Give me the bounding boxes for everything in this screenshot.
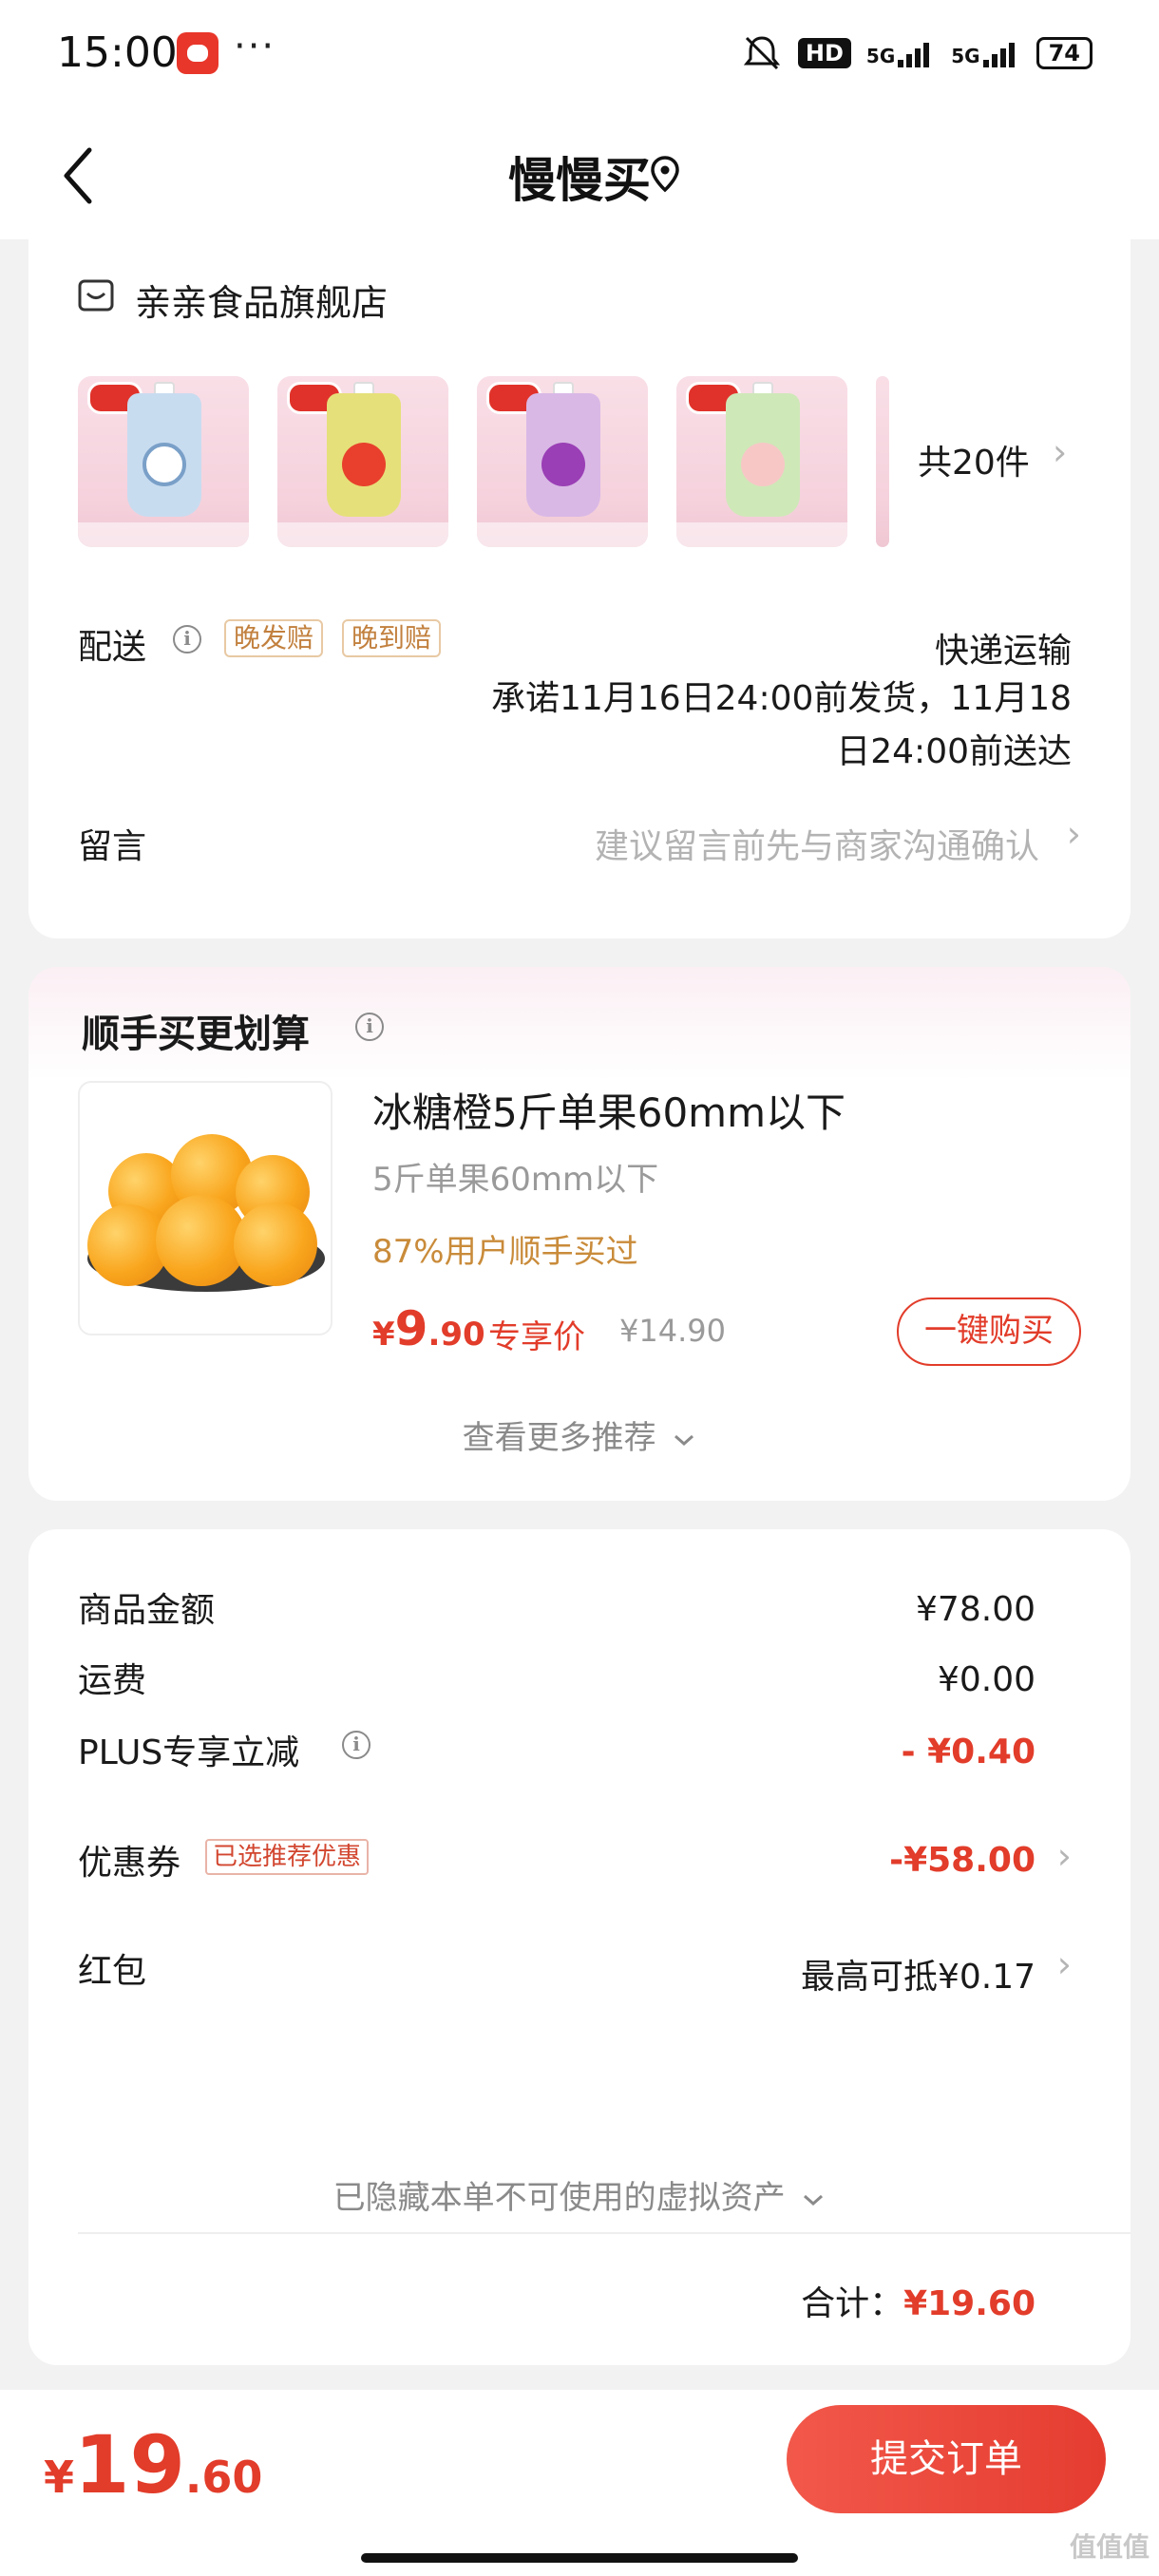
divider xyxy=(78,2232,1130,2234)
chevron-right-icon[interactable]: › xyxy=(1057,1835,1072,1877)
signal-5g-2: 5G xyxy=(951,39,1020,67)
recommended-price: ¥9.90 xyxy=(372,1301,485,1356)
recommended-product-name[interactable]: 冰糖橙5斤单果60mm以下 xyxy=(372,1081,846,1139)
product-thumbnail[interactable] xyxy=(78,376,249,547)
red-packet-value[interactable]: 最高可抵¥0.17 xyxy=(801,1949,1036,1998)
watermark: 值值值 xyxy=(1069,2531,1150,2563)
coupon-value[interactable]: -¥58.00 xyxy=(889,1841,1036,1880)
note-label: 留言 xyxy=(78,827,147,866)
recommended-product-spec: 5斤单果60mm以下 xyxy=(372,1161,659,1199)
battery-icon: 74 xyxy=(1036,37,1092,69)
store-order-card: 亲亲食品旗舰店 共20件 › 配送 i 晚发赔 晚到赔 快递运输 承诺11月16… xyxy=(28,220,1130,938)
late-arrival-compensation-tag: 晚到赔 xyxy=(342,619,442,657)
status-time: 15:00 xyxy=(57,28,178,77)
orange-product-image[interactable] xyxy=(78,1081,332,1335)
recommendation-card: 顺手买更划算 i 冰糖橙5斤单果60mm以下 5斤单果60mm以下 87%用户顺… xyxy=(28,967,1130,1501)
hd-badge: HD xyxy=(797,38,851,68)
red-packet-label: 红包 xyxy=(78,1952,147,1991)
product-thumbnail-partial xyxy=(876,376,889,547)
goods-amount-value: ¥78.00 xyxy=(916,1590,1036,1629)
app-notification-icon xyxy=(177,32,218,74)
late-ship-compensation-tag: 晚发赔 xyxy=(224,619,324,657)
chevron-right-icon[interactable]: › xyxy=(1057,1943,1072,1985)
note-input[interactable]: 建议留言前先与商家沟通确认 xyxy=(595,819,1039,868)
bottom-action-bar: ¥19.60 提交订单 值值值 xyxy=(0,2390,1159,2576)
order-total: 合计：¥19.60 xyxy=(801,2284,1036,2323)
social-proof: 87%用户顺手买过 xyxy=(372,1233,638,1271)
mute-icon xyxy=(743,36,781,70)
shipping-fee-value: ¥0.00 xyxy=(937,1660,1036,1699)
product-thumbnail[interactable] xyxy=(477,376,648,547)
home-indicator[interactable] xyxy=(361,2553,798,2563)
payable-amount: ¥19.60 xyxy=(44,2418,263,2511)
recommended-coupon-tag: 已选推荐优惠 xyxy=(205,1839,370,1875)
price-summary-card: 商品金额 ¥78.00 运费 ¥0.00 PLUS专享立减 i - ¥0.40 … xyxy=(28,1529,1130,2365)
recommendation-title: 顺手买更划算 xyxy=(82,1013,310,1056)
shipping-method: 快递运输 xyxy=(934,632,1072,671)
original-price: ¥14.90 xyxy=(619,1313,726,1349)
location-pin-icon[interactable] xyxy=(646,152,684,199)
chevron-right-icon[interactable]: › xyxy=(1053,431,1067,473)
item-count[interactable]: 共20件 xyxy=(918,435,1030,484)
signal-bars-icon xyxy=(898,43,930,67)
plus-discount-value: - ¥0.40 xyxy=(901,1733,1036,1771)
info-icon[interactable]: i xyxy=(173,625,201,653)
info-icon[interactable]: i xyxy=(355,1013,384,1041)
one-click-buy-button[interactable]: 一键购买 xyxy=(897,1297,1081,1366)
chevron-down-icon xyxy=(674,1434,694,1446)
info-icon[interactable]: i xyxy=(342,1731,370,1759)
submit-order-button[interactable]: 提交订单 xyxy=(787,2405,1106,2513)
shipping-promise: 承诺11月16日24:00前发货，11月18 日24:00前送达 xyxy=(491,679,1072,771)
store-icon xyxy=(78,279,114,312)
more-notifications-icon: ··· xyxy=(234,25,276,68)
shipping-fee-label: 运费 xyxy=(78,1661,147,1700)
chevron-down-icon xyxy=(804,2194,824,2206)
status-bar: 15:00 ··· HD 5G 5G 74 xyxy=(0,0,1159,114)
signal-bars-icon xyxy=(982,43,1015,67)
hidden-assets-toggle[interactable]: 已隐藏本单不可使用的虚拟资产 xyxy=(28,2171,1130,2218)
chevron-right-icon[interactable]: › xyxy=(1067,813,1081,855)
delivery-label: 配送 xyxy=(78,628,147,667)
status-indicators: HD 5G 5G 74 xyxy=(741,34,1092,72)
goods-amount-label: 商品金额 xyxy=(78,1591,216,1630)
exclusive-price-label: 专享价 xyxy=(488,1318,585,1356)
product-thumbnail[interactable] xyxy=(277,376,448,547)
coupon-label: 优惠券 xyxy=(78,1844,181,1883)
product-thumbnail[interactable] xyxy=(676,376,847,547)
more-recommendations-link[interactable]: 查看更多推荐 xyxy=(28,1411,1130,1458)
signal-5g-1: 5G xyxy=(866,39,936,67)
page-title: 慢慢买 xyxy=(508,153,651,208)
store-name[interactable]: 亲亲食品旗舰店 xyxy=(135,274,388,326)
plus-discount-label: PLUS专享立减 xyxy=(78,1733,300,1772)
